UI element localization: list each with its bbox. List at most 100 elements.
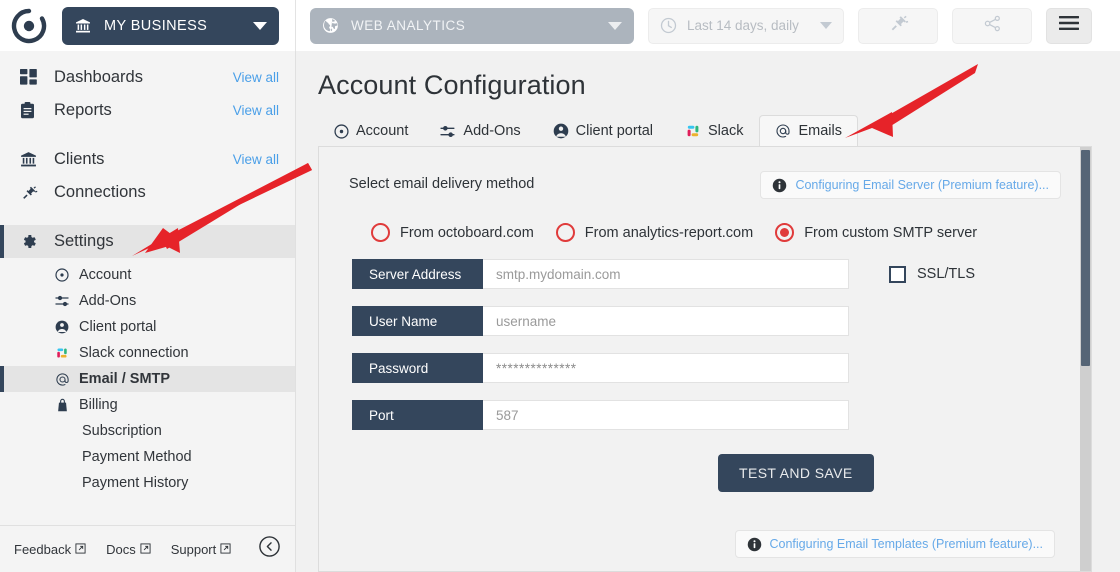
configuring-email-server-info[interactable]: Configuring Email Server (Premium featur… bbox=[760, 171, 1061, 199]
sidebar-item-connections[interactable]: Connections bbox=[0, 176, 295, 209]
port-label: Port bbox=[352, 400, 483, 430]
tab-emails[interactable]: Emails bbox=[759, 115, 858, 146]
main-menu-button[interactable] bbox=[1046, 7, 1092, 44]
business-selector-label: MY BUSINESS bbox=[104, 17, 208, 34]
sidebar: Dashboards View all Reports View all Cli… bbox=[0, 51, 296, 572]
ssl-tls-toggle[interactable]: SSL/TLS bbox=[889, 265, 976, 283]
sidebar-subitem-label: Slack connection bbox=[79, 345, 189, 361]
user-name-input[interactable]: username bbox=[483, 306, 849, 336]
tab-slack[interactable]: Slack bbox=[669, 115, 759, 146]
chevron-down-icon bbox=[608, 21, 622, 30]
radio-from-analytics-report[interactable]: From analytics-report.com bbox=[555, 223, 753, 242]
date-range-selector[interactable]: Last 14 days, daily bbox=[648, 7, 844, 44]
sidebar-subitem-label: Add-Ons bbox=[79, 293, 137, 309]
dashboards-view-all-link[interactable]: View all bbox=[233, 70, 279, 85]
addons-sliders-icon bbox=[52, 294, 72, 308]
sidebar-item-settings[interactable]: Settings bbox=[0, 225, 295, 258]
tab-label: Account bbox=[356, 123, 409, 139]
top-bar-controls: WEB ANALYTICS Last 14 days, daily bbox=[296, 0, 1120, 51]
server-address-input[interactable]: smtp.mydomain.com bbox=[483, 259, 849, 289]
sidebar-subitem-subscription[interactable]: Subscription bbox=[0, 418, 295, 444]
sidebar-subitem-payment-history[interactable]: Payment History bbox=[0, 470, 295, 496]
save-row: TEST AND SAVE bbox=[349, 454, 1061, 492]
sidebar-divider-space bbox=[0, 127, 295, 143]
sidebar-subitem-label: Account bbox=[79, 267, 132, 283]
sidebar-item-dashboards[interactable]: Dashboards View all bbox=[0, 61, 295, 94]
tab-label: Client portal bbox=[575, 123, 654, 139]
plug-disconnected-icon bbox=[888, 13, 909, 39]
sidebar-subitem-addons[interactable]: Add-Ons bbox=[0, 288, 295, 314]
client-portal-user-icon bbox=[553, 123, 569, 139]
sidebar-subitem-payment-method[interactable]: Payment Method bbox=[0, 444, 295, 470]
sidebar-primary-nav: Dashboards View all Reports View all Cli… bbox=[0, 51, 295, 258]
ssl-tls-label: SSL/TLS bbox=[917, 266, 976, 282]
octoboard-logo-icon[interactable] bbox=[10, 7, 48, 45]
billing-bag-icon bbox=[52, 398, 72, 412]
port-field: Port 587 bbox=[352, 400, 849, 430]
configuring-email-templates-link: Configuring Email Templates (Premium fea… bbox=[769, 537, 1044, 551]
share-nodes-icon bbox=[983, 14, 1002, 38]
reports-view-all-link[interactable]: View all bbox=[233, 103, 279, 118]
emails-settings-panel: Select email delivery method Configuring… bbox=[318, 146, 1092, 572]
tab-label: Slack bbox=[708, 123, 744, 139]
tab-account[interactable]: Account bbox=[318, 115, 424, 146]
main-content: Account Configuration Account Add-Ons Cl… bbox=[296, 51, 1120, 572]
app-root: MY BUSINESS WEB ANALYTICS Last 14 days, … bbox=[0, 0, 1120, 572]
sidebar-item-reports[interactable]: Reports View all bbox=[0, 94, 295, 127]
user-name-row: User Name username bbox=[349, 306, 1061, 336]
tab-addons[interactable]: Add-Ons bbox=[424, 115, 536, 146]
port-input[interactable]: 587 bbox=[483, 400, 849, 430]
password-row: Password ************** bbox=[349, 353, 1061, 383]
delivery-method-radio-group: From octoboard.com From analytics-report… bbox=[349, 223, 1061, 242]
sidebar-subitem-label: Subscription bbox=[82, 423, 162, 439]
business-selector[interactable]: MY BUSINESS bbox=[62, 6, 279, 45]
page-title: Account Configuration bbox=[318, 70, 586, 100]
account-target-icon bbox=[52, 268, 72, 282]
tab-client-portal[interactable]: Client portal bbox=[537, 115, 669, 146]
sidebar-divider-space-2 bbox=[0, 209, 295, 225]
sidebar-subitem-label: Email / SMTP bbox=[79, 371, 171, 387]
sidebar-subitem-account[interactable]: Account bbox=[0, 262, 295, 288]
slack-icon bbox=[52, 346, 72, 360]
panel-scrollbar-track[interactable] bbox=[1080, 147, 1091, 571]
support-link[interactable]: Support bbox=[171, 542, 232, 557]
user-name-field: User Name username bbox=[352, 306, 849, 336]
password-field: Password ************** bbox=[352, 353, 849, 383]
configuring-email-templates-info[interactable]: Configuring Email Templates (Premium fea… bbox=[734, 530, 1055, 558]
feedback-link[interactable]: Feedback bbox=[14, 542, 86, 557]
radio-from-octoboard[interactable]: From octoboard.com bbox=[371, 223, 534, 242]
workspace-selector-label: WEB ANALYTICS bbox=[351, 18, 466, 33]
ssl-tls-checkbox bbox=[889, 265, 906, 283]
panel-scrollbar-thumb[interactable] bbox=[1081, 150, 1090, 366]
test-and-save-button[interactable]: TEST AND SAVE bbox=[718, 454, 874, 492]
password-input[interactable]: ************** bbox=[483, 353, 849, 383]
sidebar-subitem-email-smtp[interactable]: Email / SMTP bbox=[0, 366, 295, 392]
sidebar-subitem-slack-connection[interactable]: Slack connection bbox=[0, 340, 295, 366]
sidebar-item-label: Settings bbox=[54, 232, 114, 250]
sidebar-subitem-billing[interactable]: Billing bbox=[0, 392, 295, 418]
clients-view-all-link[interactable]: View all bbox=[233, 152, 279, 167]
collapse-sidebar-button[interactable] bbox=[257, 535, 281, 563]
tab-label: Add-Ons bbox=[463, 123, 521, 139]
radio-button bbox=[555, 223, 575, 242]
support-label: Support bbox=[170, 541, 217, 557]
sidebar-subitem-client-portal[interactable]: Client portal bbox=[0, 314, 295, 340]
share-button[interactable] bbox=[952, 7, 1032, 44]
radio-button bbox=[371, 223, 390, 242]
server-address-row: Server Address smtp.mydomain.com SSL/TLS bbox=[349, 259, 1061, 289]
docs-link[interactable]: Docs bbox=[106, 542, 151, 557]
body: Dashboards View all Reports View all Cli… bbox=[0, 51, 1120, 572]
collapse-left-arrow-icon bbox=[258, 535, 281, 563]
chevron-down-icon bbox=[253, 21, 267, 30]
slack-icon bbox=[685, 123, 701, 139]
chevron-down-icon bbox=[820, 22, 832, 29]
templates-info-row: Configuring Email Templates (Premium fea… bbox=[349, 530, 1061, 558]
sidebar-subitem-label: Client portal bbox=[79, 319, 157, 335]
workspace-selector[interactable]: WEB ANALYTICS bbox=[310, 7, 634, 44]
docs-label: Docs bbox=[106, 541, 136, 557]
sidebar-item-label: Connections bbox=[54, 183, 146, 201]
connections-plug-button[interactable] bbox=[858, 7, 938, 44]
at-sign-icon bbox=[52, 372, 72, 387]
radio-from-custom-smtp[interactable]: From custom SMTP server bbox=[775, 223, 977, 242]
sidebar-item-clients[interactable]: Clients View all bbox=[0, 143, 295, 176]
